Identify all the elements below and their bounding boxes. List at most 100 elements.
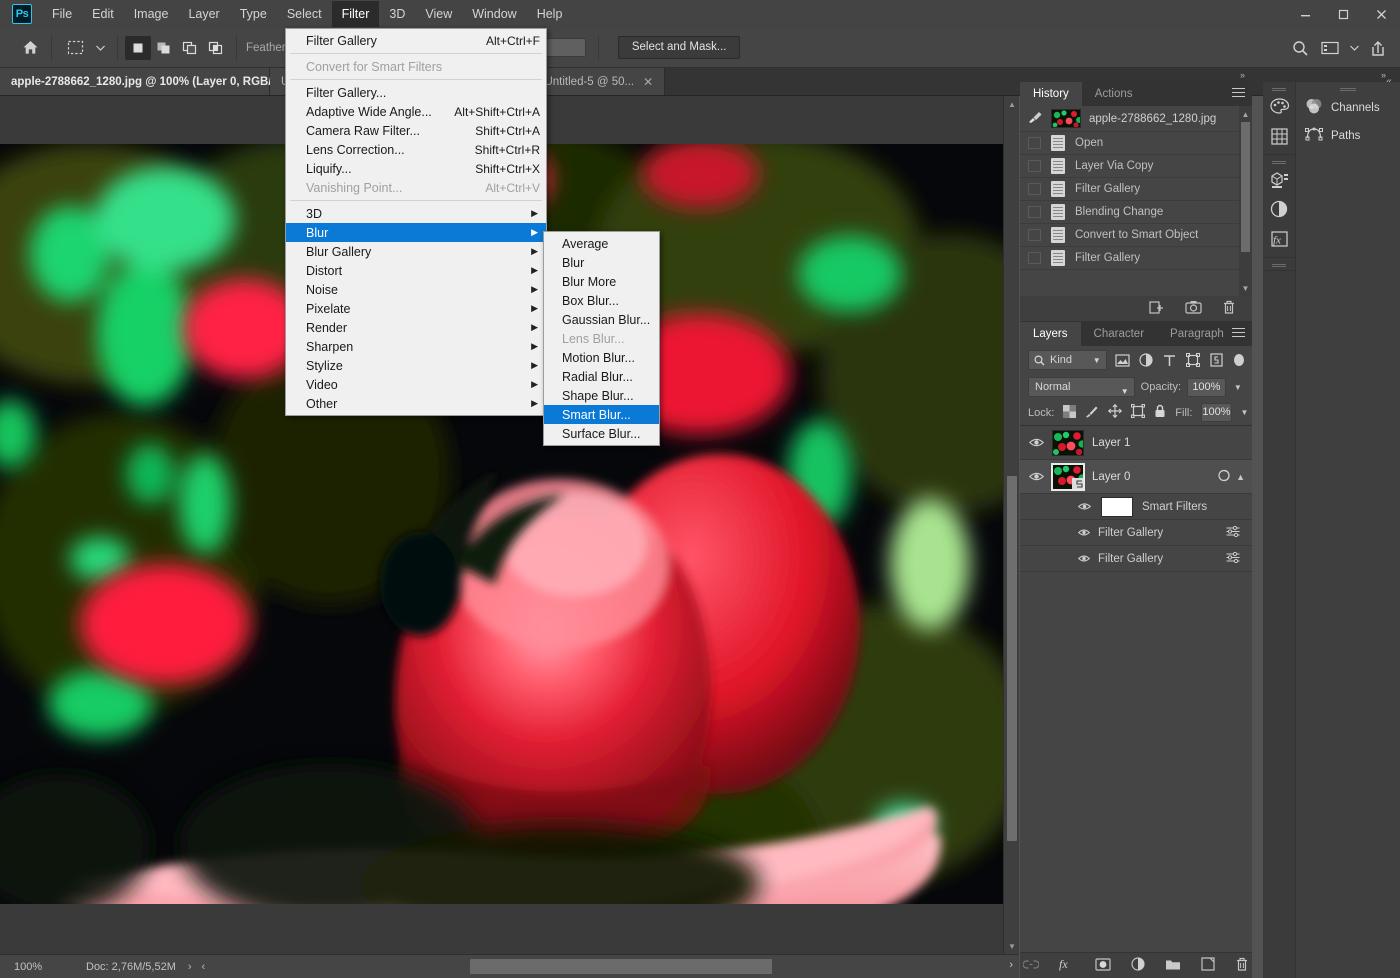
filter-menu-item-blur-gallery[interactable]: Blur Gallery ▶	[286, 242, 546, 261]
new-group-icon[interactable]	[1165, 958, 1181, 974]
vertical-scroll-thumb[interactable]	[1007, 476, 1017, 841]
tab-character[interactable]: Character	[1080, 322, 1158, 346]
blur-submenu-item-blur[interactable]: Blur	[544, 253, 659, 272]
share-icon[interactable]	[1364, 34, 1392, 62]
add-to-selection-icon[interactable]	[151, 36, 177, 60]
menu-window[interactable]: Window	[462, 1, 526, 27]
chevron-down-icon[interactable]	[92, 34, 108, 62]
lock-all-icon[interactable]	[1154, 404, 1166, 421]
smart-filter-visibility-eye-icon[interactable]	[1076, 554, 1092, 563]
tab-paragraph[interactable]: Paragraph	[1157, 322, 1237, 346]
history-state-source-box[interactable]	[1028, 252, 1041, 264]
chevron-down-icon[interactable]: ▼	[1093, 356, 1101, 365]
delete-state-icon[interactable]	[1222, 300, 1236, 318]
filter-menu-item-filter-gallery[interactable]: Filter Gallery Alt+Ctrl+F	[286, 31, 546, 50]
menu-image[interactable]: Image	[124, 1, 179, 27]
filter-enable-toggle[interactable]	[1234, 354, 1245, 366]
maximize-icon[interactable]	[1324, 0, 1362, 28]
new-selection-icon[interactable]	[125, 35, 151, 60]
swatches-panel-icon[interactable]	[1263, 121, 1295, 151]
history-state-row[interactable]: Convert to Smart Object	[1020, 224, 1252, 247]
tab-history[interactable]: History	[1020, 82, 1082, 106]
pixel-layers-filter-icon[interactable]	[1114, 353, 1131, 367]
opacity-value[interactable]: 100%	[1187, 377, 1226, 397]
blur-submenu-item-surface-blur[interactable]: Surface Blur...	[544, 424, 659, 443]
menu-filter[interactable]: Filter	[331, 1, 380, 27]
smart-filter-visibility-eye-icon[interactable]	[1076, 528, 1092, 537]
color-panel-icon[interactable]	[1263, 91, 1295, 121]
panel-menu-icon[interactable]	[1232, 328, 1245, 340]
panel-drag-grip[interactable]	[1296, 82, 1400, 94]
history-state-source-box[interactable]	[1028, 137, 1041, 149]
blur-submenu-item-smart-blur[interactable]: Smart Blur...	[544, 405, 659, 424]
layer-name[interactable]: Layer 0	[1092, 471, 1130, 483]
history-state-row[interactable]: Layer Via Copy	[1020, 155, 1252, 178]
menu-type[interactable]: Type	[230, 1, 277, 27]
filter-menu-item-lens-correction[interactable]: Lens Correction... Shift+Ctrl+R	[286, 140, 546, 159]
filter-menu-item-camera-raw-filter[interactable]: Camera Raw Filter... Shift+Ctrl+A	[286, 121, 546, 140]
select-and-mask-button[interactable]: Select and Mask...	[617, 36, 741, 59]
filter-menu-item-render[interactable]: Render ▶	[286, 318, 546, 337]
shape-layers-filter-icon[interactable]	[1185, 353, 1202, 367]
panel-menu-icon[interactable]	[1232, 88, 1245, 100]
layer-row[interactable]: Layer 1	[1020, 426, 1252, 460]
filter-menu-item-liquify[interactable]: Liquify... Shift+Ctrl+X	[286, 159, 546, 178]
new-adjustment-layer-icon[interactable]	[1131, 957, 1145, 974]
close-tab-icon[interactable]: ✕	[643, 76, 653, 88]
new-layer-icon[interactable]	[1201, 957, 1215, 974]
filter-blending-options-icon[interactable]	[1226, 551, 1240, 566]
smart-filter-mask-thumbnail[interactable]	[1101, 496, 1133, 517]
menu-file[interactable]: File	[42, 1, 82, 27]
menu-3d[interactable]: 3D	[379, 1, 415, 27]
canvas-vertical-scrollbar[interactable]: ▲ ▼	[1003, 96, 1019, 954]
panel-drag-grip[interactable]	[1263, 261, 1295, 267]
lock-artboard-nesting-icon[interactable]	[1131, 404, 1146, 421]
close-icon[interactable]	[1362, 0, 1400, 28]
menu-help[interactable]: Help	[527, 1, 573, 27]
history-state-source-box[interactable]	[1028, 183, 1041, 195]
history-state-source-box[interactable]	[1028, 229, 1041, 241]
add-layer-mask-icon[interactable]	[1095, 957, 1111, 974]
menu-edit[interactable]: Edit	[82, 1, 124, 27]
collapse-dock-icon[interactable]: »	[1240, 70, 1245, 80]
filter-menu-item-noise[interactable]: Noise ▶	[286, 280, 546, 299]
scroll-down-arrow-icon[interactable]: ▼	[1004, 938, 1020, 954]
document-tab[interactable]: Untitled-5 @ 50... ✕	[533, 68, 666, 95]
layer-filter-kind-select[interactable]: Kind ▼	[1028, 350, 1107, 370]
history-state-row[interactable]: Blending Change	[1020, 201, 1252, 224]
filter-menu-item-filter-gallery[interactable]: Filter Gallery...	[286, 83, 546, 102]
canvas-horizontal-scrollbar[interactable]	[100, 959, 997, 974]
blur-submenu-item-motion-blur[interactable]: Motion Blur...	[544, 348, 659, 367]
layer-thumbnail[interactable]	[1052, 429, 1084, 456]
layer-visibility-eye-icon[interactable]	[1028, 437, 1044, 448]
adjustment-layers-filter-icon[interactable]	[1137, 353, 1154, 367]
3d-panel-icon[interactable]	[1263, 164, 1295, 194]
filter-menu-dropdown[interactable]: Filter Gallery Alt+Ctrl+F Convert for Smar…	[285, 28, 547, 416]
channels-panel-button[interactable]: Channels	[1296, 94, 1400, 122]
horizontal-scroll-thumb[interactable]	[470, 959, 772, 974]
blur-submenu-item-blur-more[interactable]: Blur More	[544, 272, 659, 291]
blur-submenu[interactable]: Average Blur Blur More Box Blur... Gaussian …	[543, 231, 660, 446]
smart-filter-row[interactable]: Filter Gallery	[1020, 520, 1252, 546]
intersect-selection-icon[interactable]	[203, 36, 229, 60]
tab-layers[interactable]: Layers	[1020, 322, 1081, 346]
history-scroll-thumb[interactable]	[1241, 122, 1250, 252]
workspace-icon[interactable]	[1316, 34, 1344, 62]
status-next-icon[interactable]: ›	[1009, 959, 1013, 971]
styles-fx-panel-icon[interactable]: fx	[1263, 224, 1295, 254]
history-state-row[interactable]: Filter Gallery	[1020, 247, 1252, 270]
scroll-up-arrow-icon[interactable]: ▲	[1004, 96, 1020, 112]
history-state-row[interactable]: Filter Gallery	[1020, 178, 1252, 201]
blur-submenu-item-box-blur[interactable]: Box Blur...	[544, 291, 659, 310]
history-state-source-box[interactable]	[1028, 206, 1041, 218]
menu-view[interactable]: View	[415, 1, 462, 27]
layer-thumbnail[interactable]	[1051, 462, 1085, 491]
search-icon[interactable]	[1286, 34, 1314, 62]
filter-menu-item-adaptive-wide-angle[interactable]: Adaptive Wide Angle... Alt+Shift+Ctrl+A	[286, 102, 546, 121]
history-scrollbar[interactable]: ▲ ▼	[1239, 106, 1252, 296]
history-scroll-up-icon[interactable]: ▲	[1239, 106, 1252, 122]
history-state-row[interactable]: Open	[1020, 132, 1252, 155]
filter-menu-item-3d[interactable]: 3D ▶	[286, 204, 546, 223]
layer-style-fx-icon[interactable]: fx	[1059, 957, 1075, 974]
menu-select[interactable]: Select	[277, 1, 332, 27]
